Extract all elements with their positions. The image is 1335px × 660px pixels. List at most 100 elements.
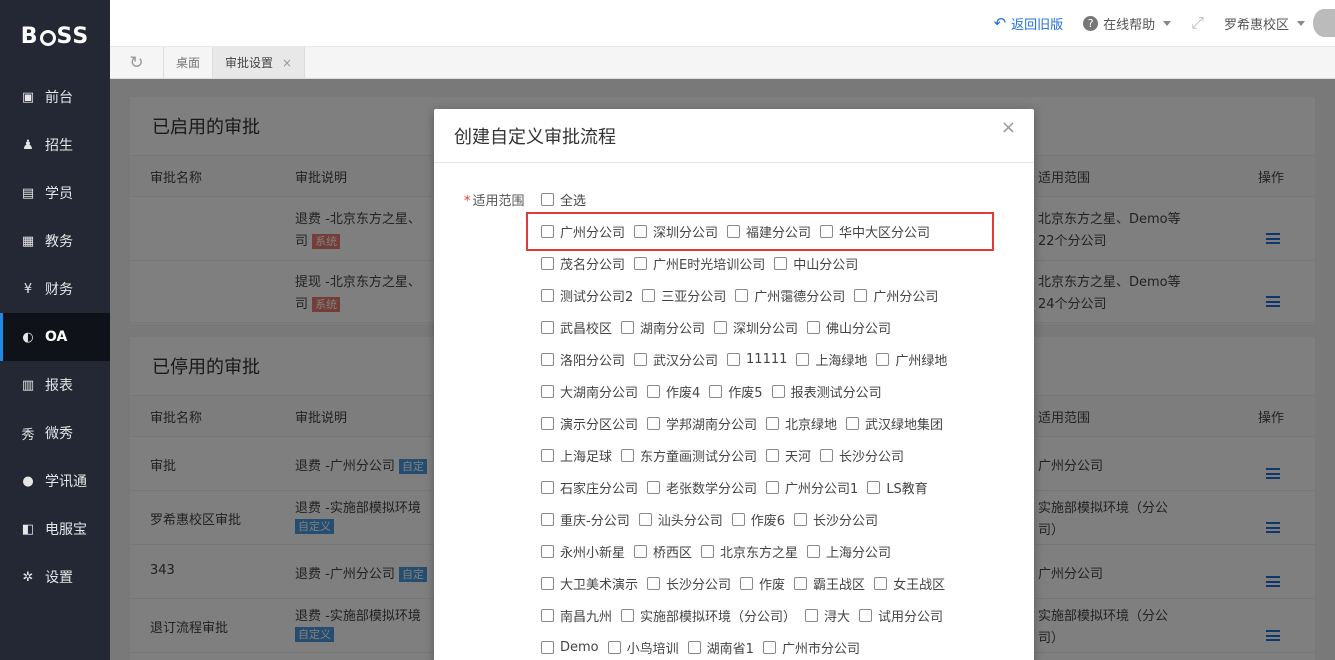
checkbox-box[interactable] — [807, 320, 821, 334]
sidebar-item-1[interactable]: ♟ 招生 — [0, 121, 110, 169]
checkbox-box[interactable] — [846, 416, 860, 430]
app-logo[interactable]: B SS — [0, 0, 110, 73]
branch-checkbox[interactable]: 广州霭德分公司 — [735, 286, 845, 305]
checkbox-box[interactable] — [859, 608, 873, 622]
checkbox-box[interactable] — [771, 384, 785, 398]
checkbox-box[interactable] — [807, 544, 821, 558]
branch-checkbox[interactable]: 女王战区 — [874, 574, 945, 593]
branch-checkbox[interactable]: 广州分公司1 — [766, 478, 858, 497]
branch-checkbox[interactable]: 作废4 — [647, 382, 700, 401]
checkbox-box[interactable] — [607, 640, 621, 654]
fullscreen-icon[interactable]: ⤢ — [1191, 13, 1204, 33]
branch-checkbox[interactable]: 福建分公司 — [727, 222, 811, 241]
back-old-version-link[interactable]: ↶ 返回旧版 — [994, 14, 1064, 33]
branch-checkbox[interactable]: 华中大区分公司 — [820, 222, 930, 241]
branch-checkbox[interactable]: 武昌校区 — [541, 318, 612, 337]
branch-checkbox[interactable]: 广州绿地 — [876, 350, 947, 369]
branch-checkbox[interactable]: 广州分公司 — [541, 222, 625, 241]
checkbox-box[interactable] — [541, 320, 554, 334]
branch-checkbox[interactable]: 长沙分公司 — [647, 574, 731, 593]
sidebar-item-9[interactable]: ◧ 电服宝 — [0, 505, 110, 553]
branch-checkbox[interactable]: 武汉绿地集团 — [846, 414, 943, 433]
branch-checkbox[interactable]: 桥西区 — [634, 542, 692, 561]
sidebar-item-5[interactable]: ◐ OA — [0, 313, 110, 361]
branch-checkbox[interactable]: 中山分公司 — [774, 254, 858, 273]
checkbox-box[interactable] — [709, 384, 723, 398]
branch-checkbox[interactable]: 武汉分公司 — [634, 350, 718, 369]
sidebar-item-4[interactable]: ¥ 财务 — [0, 265, 110, 313]
checkbox-box[interactable] — [638, 512, 652, 526]
branch-checkbox[interactable]: LS教育 — [867, 478, 928, 497]
branch-checkbox[interactable]: 测试分公司2 — [541, 286, 633, 305]
checkbox-box[interactable] — [541, 224, 554, 238]
branch-checkbox[interactable]: 东方童画测试分公司 — [621, 446, 757, 465]
online-help-menu[interactable]: ? 在线帮助 — [1083, 14, 1172, 33]
sidebar-item-3[interactable]: ▦ 教务 — [0, 217, 110, 265]
checkbox-box[interactable] — [541, 512, 554, 526]
checkbox-box[interactable] — [541, 480, 554, 494]
checkbox-box[interactable] — [541, 352, 554, 366]
checkbox-box[interactable] — [621, 448, 635, 462]
checkbox-box[interactable] — [647, 384, 661, 398]
branch-checkbox[interactable]: 北京东方之星 — [701, 542, 798, 561]
branch-checkbox[interactable]: 霸王战区 — [794, 574, 865, 593]
sidebar-item-8[interactable]: ● 学讯通 — [0, 457, 110, 505]
branch-checkbox[interactable]: 大卫美术演示 — [541, 574, 638, 593]
branch-checkbox[interactable]: 石家庄分公司 — [541, 478, 638, 497]
checkbox-box[interactable] — [647, 416, 661, 430]
branch-checkbox[interactable]: 作废6 — [731, 510, 785, 529]
checkbox-box[interactable] — [642, 288, 656, 302]
branch-checkbox[interactable]: Demo — [541, 640, 599, 655]
branch-checkbox[interactable]: 作废 — [740, 574, 785, 593]
checkbox-box[interactable] — [727, 352, 741, 366]
branch-checkbox[interactable]: 天河 — [766, 446, 811, 465]
tab-approval-settings[interactable]: 审批设置 × — [213, 47, 306, 78]
branch-checkbox[interactable]: 深圳分公司 — [634, 222, 718, 241]
checkbox-box[interactable] — [731, 512, 745, 526]
checkbox-box[interactable] — [541, 384, 554, 398]
branch-checkbox[interactable]: 小鸟培训 — [607, 638, 679, 657]
checkbox-box[interactable] — [634, 256, 648, 270]
branch-checkbox[interactable]: 试用分公司 — [859, 606, 943, 625]
checkbox-box[interactable] — [762, 640, 776, 654]
sidebar-item-2[interactable]: ▤ 学员 — [0, 169, 110, 217]
checkbox-box[interactable] — [794, 576, 808, 590]
branch-checkbox[interactable]: 南昌九州 — [541, 606, 612, 625]
branch-checkbox[interactable]: 学邦湖南分公司 — [647, 414, 757, 433]
branch-checkbox[interactable]: 三亚分公司 — [642, 286, 726, 305]
checkbox-box[interactable] — [621, 608, 635, 622]
checkbox-box[interactable] — [774, 256, 788, 270]
branch-checkbox[interactable]: 湖南省1 — [687, 638, 754, 657]
checkbox-box[interactable] — [541, 288, 554, 302]
branch-checkbox[interactable]: 广州E时光培训公司 — [634, 254, 765, 273]
checkbox-box[interactable] — [805, 608, 819, 622]
checkbox-box[interactable] — [647, 576, 661, 590]
branch-checkbox[interactable]: 长沙分公司 — [794, 510, 878, 529]
branch-checkbox[interactable]: 湖南分公司 — [621, 318, 705, 337]
branch-checkbox[interactable]: 洛阳分公司 — [541, 350, 625, 369]
checkbox-box[interactable] — [820, 448, 834, 462]
checkbox-box[interactable] — [876, 352, 890, 366]
checkbox-box[interactable] — [766, 480, 780, 494]
branch-checkbox[interactable]: 北京绿地 — [766, 414, 837, 433]
checkbox-box[interactable] — [541, 416, 554, 430]
checkbox-box[interactable] — [634, 224, 648, 238]
sidebar-item-0[interactable]: ▣ 前台 — [0, 73, 110, 121]
branch-checkbox[interactable]: 汕头分公司 — [638, 510, 723, 529]
checkbox-box[interactable] — [714, 320, 728, 334]
checkbox-box[interactable] — [541, 192, 554, 206]
checkbox-box[interactable] — [541, 448, 554, 462]
branch-checkbox[interactable]: 茂名分公司 — [541, 254, 625, 273]
checkbox-box[interactable] — [541, 256, 554, 270]
branch-checkbox[interactable]: 永州小新星 — [541, 542, 625, 561]
branch-checkbox[interactable]: 长沙分公司 — [820, 446, 904, 465]
branch-checkbox[interactable]: 11111 — [727, 352, 787, 367]
checkbox-box[interactable] — [541, 576, 554, 590]
checkbox-box[interactable] — [541, 608, 554, 622]
sidebar-item-7[interactable]: 秀微秀 — [0, 409, 110, 457]
refresh-icon[interactable]: ↻ — [110, 47, 164, 78]
branch-checkbox[interactable]: 上海绿地 — [796, 350, 867, 369]
checkbox-box[interactable] — [794, 512, 807, 526]
checkbox-box[interactable] — [634, 544, 648, 558]
checkbox-box[interactable] — [727, 224, 741, 238]
